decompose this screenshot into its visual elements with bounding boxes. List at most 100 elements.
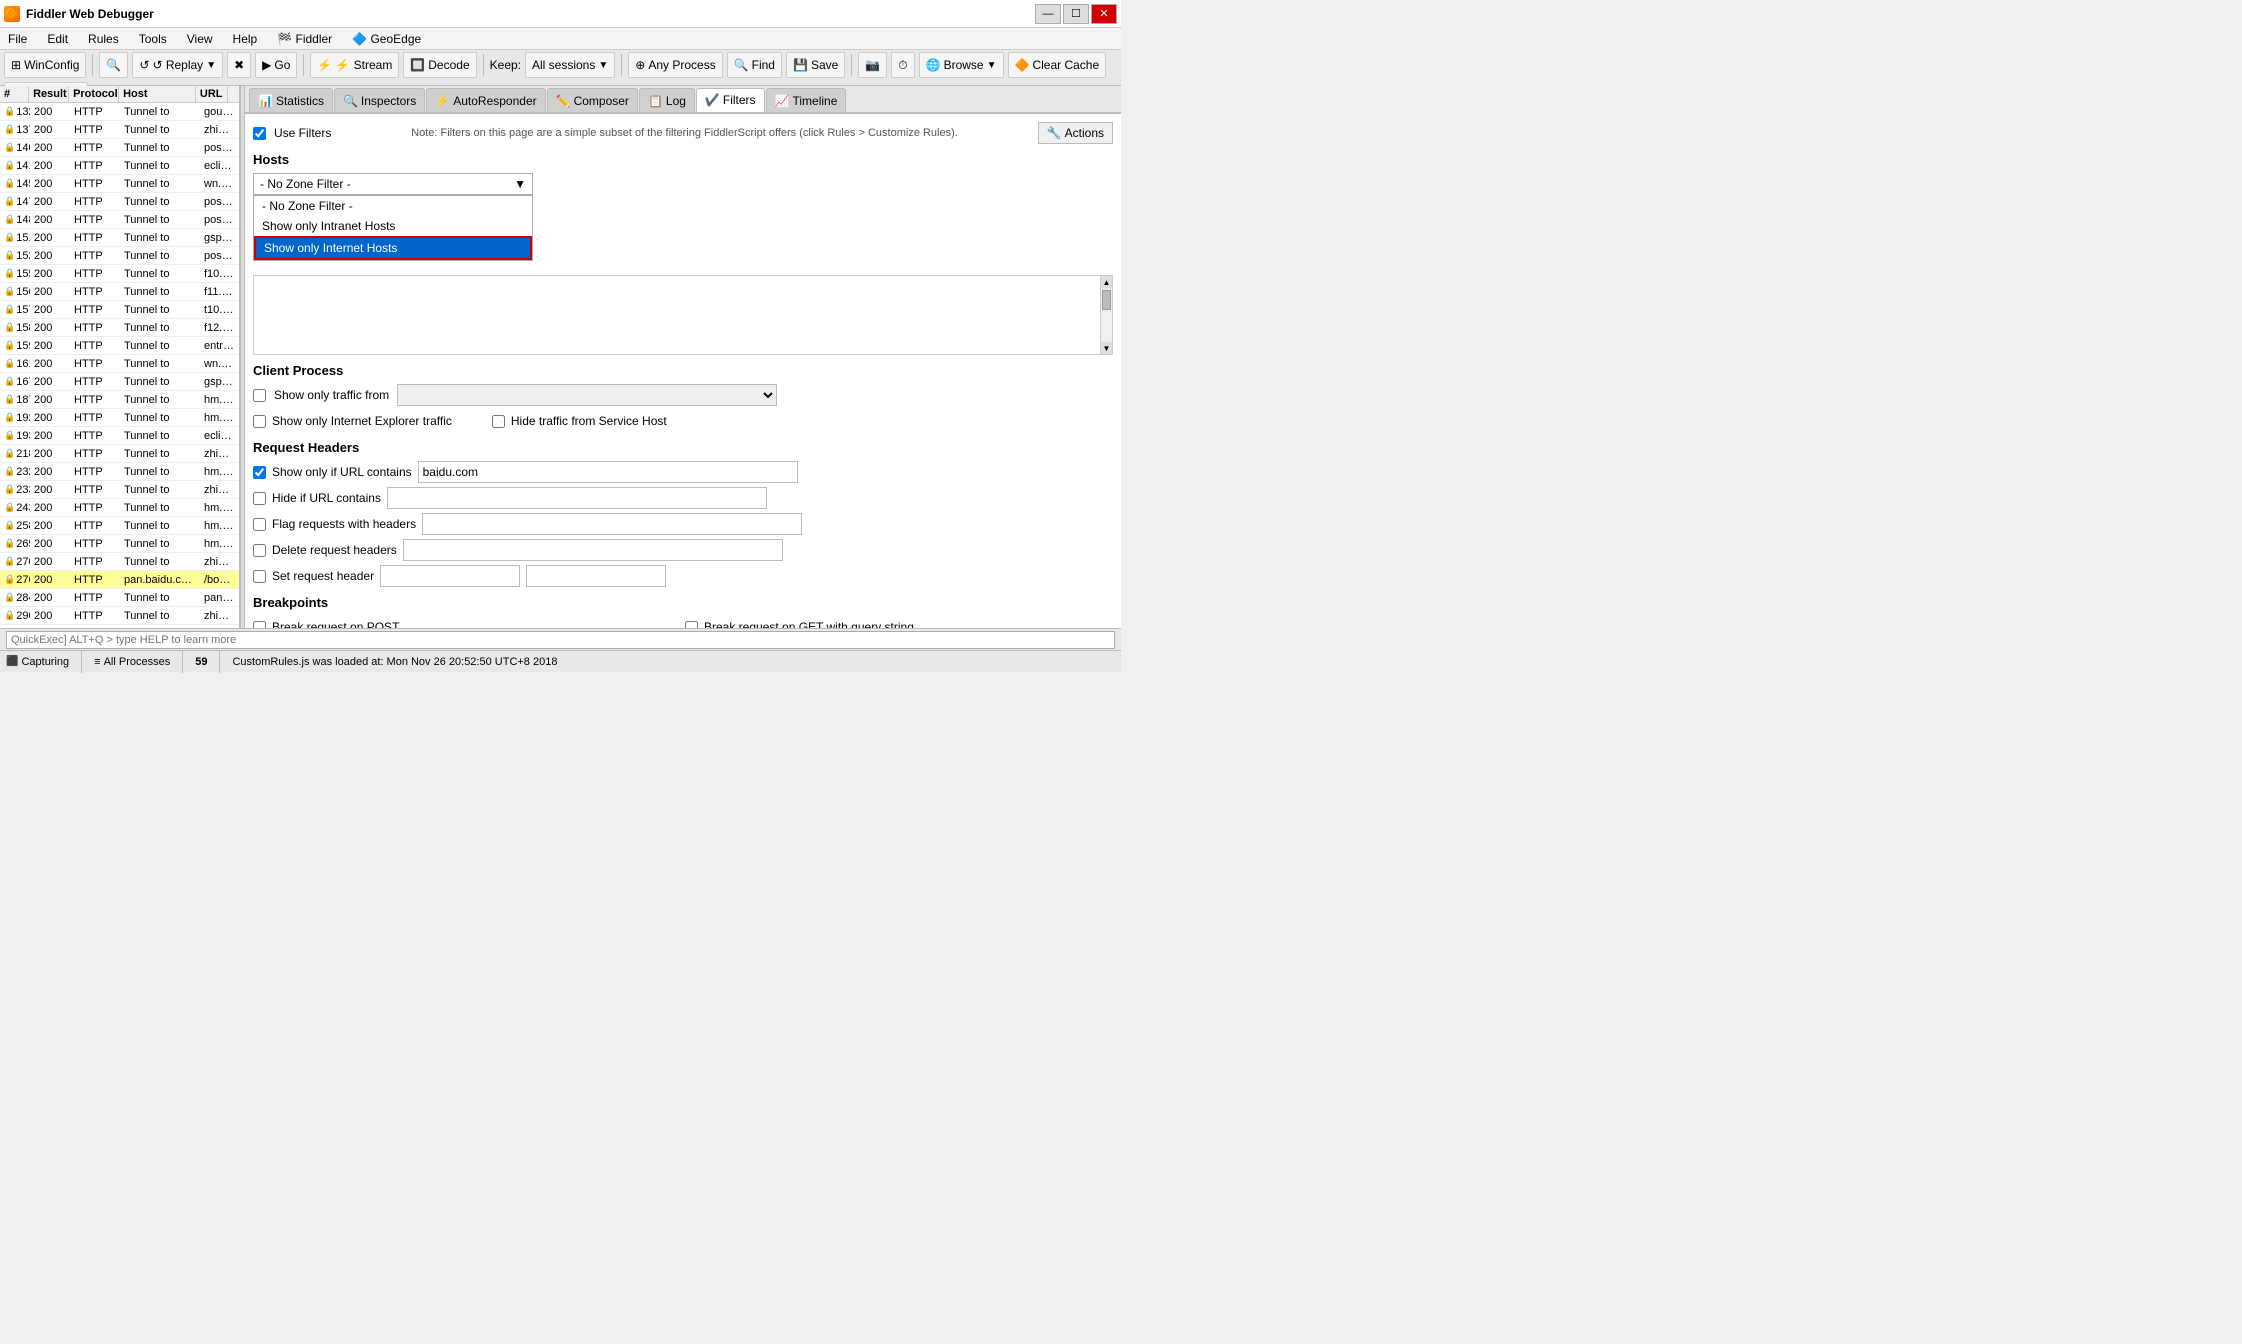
- table-row[interactable]: 🔒 270 200 HTTP Tunnel to zhidao.baidu.co…: [0, 553, 239, 571]
- break-post-checkbox[interactable]: [253, 621, 266, 629]
- delete-headers-checkbox[interactable]: [253, 544, 266, 557]
- table-row[interactable]: 🔒 233 200 HTTP Tunnel to zhidao.baidu.co…: [0, 481, 239, 499]
- menu-fiddler[interactable]: 🏁 Fiddler: [273, 31, 336, 47]
- table-row[interactable]: 🔒 152 200 HTTP Tunnel to pos.baidu.com:4…: [0, 247, 239, 265]
- table-row[interactable]: 🔒 284 200 HTTP Tunnel to pan.baidu.com:4…: [0, 589, 239, 607]
- table-row[interactable]: 🔒 147 200 HTTP Tunnel to pos.baidu.com:4…: [0, 193, 239, 211]
- table-row[interactable]: 🔒 145 200 HTTP Tunnel to wn.pos.baidu.co…: [0, 175, 239, 193]
- tab-inspectors[interactable]: 🔍 Inspectors: [334, 88, 425, 112]
- hide-url-contains-checkbox[interactable]: [253, 492, 266, 505]
- tab-log[interactable]: 📋 Log: [639, 88, 695, 112]
- cell-host: Tunnel to: [120, 609, 200, 623]
- show-traffic-checkbox[interactable]: [253, 389, 266, 402]
- tab-timeline[interactable]: 📈 Timeline: [766, 88, 847, 112]
- table-row[interactable]: 🔒 232 200 HTTP Tunnel to hm.baidu.com:44…: [0, 463, 239, 481]
- traffic-process-select[interactable]: [397, 384, 777, 406]
- actions-button[interactable]: 🔧 Actions: [1038, 122, 1113, 144]
- table-row[interactable]: 🔒 151 200 HTTP Tunnel to gsp0.baidu.com:…: [0, 229, 239, 247]
- hosts-scroll-up[interactable]: ▲: [1101, 276, 1112, 288]
- table-row[interactable]: 🔒 265 200 HTTP Tunnel to hm.baidu.com:44…: [0, 535, 239, 553]
- screenshot-button[interactable]: 📷: [858, 52, 887, 78]
- search-icon-btn[interactable]: 🔍: [99, 52, 128, 78]
- table-row[interactable]: 🔒 290 200 HTTP Tunnel to zhidao.baidu.co…: [0, 607, 239, 625]
- show-url-contains-checkbox[interactable]: [253, 466, 266, 479]
- table-row[interactable]: 🔒 243 200 HTTP Tunnel to hm.baidu.com:44…: [0, 499, 239, 517]
- stream-button[interactable]: ⚡ ⚡ Stream: [310, 52, 399, 78]
- go-button[interactable]: ✖: [227, 52, 251, 78]
- winconfig-button[interactable]: ⊞ WinConfig: [4, 52, 86, 78]
- find-button[interactable]: 🔍 Find: [727, 52, 782, 78]
- zone-option-intranet[interactable]: Show only Intranet Hosts: [254, 216, 532, 236]
- save-button[interactable]: 💾 Save: [786, 52, 845, 78]
- lock-icon: 🔒: [4, 124, 15, 135]
- table-row[interactable]: 🔒 141 200 HTTP Tunnel to eclick.baidu.co…: [0, 157, 239, 175]
- decode-button[interactable]: 🔲 Decode: [403, 52, 476, 78]
- table-row[interactable]: 🔒 137 200 HTTP Tunnel to zhidao.baidu.co…: [0, 121, 239, 139]
- table-row[interactable]: 🔒 218 200 HTTP Tunnel to zhidao.baidu.co…: [0, 445, 239, 463]
- cell-protocol: HTTP: [70, 573, 120, 587]
- menu-rules[interactable]: Rules: [84, 31, 123, 47]
- clear-cache-button[interactable]: 🔶 Clear Cache: [1008, 52, 1107, 78]
- show-ie-checkbox[interactable]: [253, 415, 266, 428]
- menu-tools[interactable]: Tools: [135, 31, 171, 47]
- menu-help[interactable]: Help: [229, 31, 262, 47]
- replay-button[interactable]: ↺ ↺ Replay ▼: [132, 52, 223, 78]
- cell-url: t10.baidu.com:443: [200, 303, 239, 317]
- menu-file[interactable]: File: [4, 31, 31, 47]
- zone-option-none[interactable]: - No Zone Filter -: [254, 196, 532, 216]
- cell-url: f12.baidu.com:443: [200, 321, 239, 335]
- hosts-scroll-down[interactable]: ▼: [1101, 342, 1112, 354]
- use-filters-checkbox[interactable]: [253, 127, 266, 140]
- zone-option-internet[interactable]: Show only Internet Hosts: [254, 236, 532, 260]
- tab-filters[interactable]: ✔️ Filters: [696, 88, 765, 112]
- table-row[interactable]: 🔒 140 200 HTTP Tunnel to pos.baidu.com:4…: [0, 139, 239, 157]
- hide-service-host-checkbox[interactable]: [492, 415, 505, 428]
- session-list[interactable]: 🔒 132 200 HTTP Tunnel to goutong.baidu.c…: [0, 103, 239, 628]
- flag-requests-checkbox[interactable]: [253, 518, 266, 531]
- table-row[interactable]: 🔒 192 200 HTTP Tunnel to hm.baidu.com:44…: [0, 409, 239, 427]
- statistics-icon: 📊: [258, 94, 273, 108]
- menu-geoedge[interactable]: 🔷 GeoEdge: [348, 31, 425, 47]
- set-header-value-input[interactable]: [526, 565, 666, 587]
- show-url-contains-input[interactable]: [418, 461, 798, 483]
- tab-autoresponder[interactable]: ⚡ AutoResponder: [426, 88, 545, 112]
- table-row[interactable]: 🔒 187 200 HTTP Tunnel to hm.baidu.com:44…: [0, 391, 239, 409]
- minimize-button[interactable]: —: [1035, 4, 1061, 24]
- break-get-checkbox[interactable]: [685, 621, 698, 629]
- table-row[interactable]: 🔒 132 200 HTTP Tunnel to goutong.baidu.c…: [0, 103, 239, 121]
- hide-url-contains-input[interactable]: [387, 487, 767, 509]
- table-row[interactable]: 🔒 148 200 HTTP Tunnel to pos.baidu.com:4…: [0, 211, 239, 229]
- set-header-name-input[interactable]: [380, 565, 520, 587]
- table-row[interactable]: 🔒 193 200 HTTP Tunnel to eclick.baidu.co…: [0, 427, 239, 445]
- maximize-button[interactable]: ☐: [1063, 4, 1089, 24]
- table-row[interactable]: 🔒 159 200 HTTP Tunnel to entry.baidu.com…: [0, 337, 239, 355]
- tab-composer[interactable]: ✏️ Composer: [547, 88, 638, 112]
- delete-headers-input[interactable]: [403, 539, 783, 561]
- menu-view[interactable]: View: [183, 31, 217, 47]
- cell-host: Tunnel to: [120, 285, 200, 299]
- set-header-checkbox[interactable]: [253, 570, 266, 583]
- any-process-button[interactable]: ⊕ Any Process: [628, 52, 722, 78]
- quickexec-input[interactable]: [6, 631, 1115, 649]
- tab-statistics[interactable]: 📊 Statistics: [249, 88, 333, 112]
- timer-button[interactable]: ⏱: [891, 52, 914, 78]
- hosts-scroll-thumb[interactable]: [1102, 290, 1111, 310]
- table-row[interactable]: 🔒 157 200 HTTP Tunnel to t10.baidu.com:4…: [0, 301, 239, 319]
- table-row[interactable]: 🔒 258 200 HTTP Tunnel to hm.baidu.com:44…: [0, 517, 239, 535]
- zone-filter-dropdown[interactable]: - No Zone Filter - ▼: [253, 173, 533, 195]
- go2-button[interactable]: ▶ Go: [255, 52, 297, 78]
- flag-requests-input[interactable]: [422, 513, 802, 535]
- browse-button[interactable]: 🌐 Browse ▼: [919, 52, 1004, 78]
- cell-protocol: HTTP: [70, 609, 120, 623]
- table-row[interactable]: 🔒 161 200 HTTP Tunnel to wn.pos.baidu.co…: [0, 355, 239, 373]
- table-row[interactable]: 🔒 155 200 HTTP Tunnel to f10.baidu.com:4…: [0, 265, 239, 283]
- menu-edit[interactable]: Edit: [43, 31, 72, 47]
- table-row[interactable]: 🔒 276 200 HTTP pan.baidu.com /box-static…: [0, 571, 239, 589]
- keep-sessions-dropdown[interactable]: All sessions ▼: [525, 52, 615, 78]
- cell-host: Tunnel to: [120, 519, 200, 533]
- close-button[interactable]: ✕: [1091, 4, 1117, 24]
- table-row[interactable]: 🔒 158 200 HTTP Tunnel to f12.baidu.com:4…: [0, 319, 239, 337]
- table-row[interactable]: 🔒 167 200 HTTP Tunnel to gsp0.baidu.com:…: [0, 373, 239, 391]
- table-row[interactable]: 🔒 156 200 HTTP Tunnel to f11.baidu.com:4…: [0, 283, 239, 301]
- table-row[interactable]: 🔒 299 200 HTTP Tunnel to map.baidu.com:4…: [0, 625, 239, 628]
